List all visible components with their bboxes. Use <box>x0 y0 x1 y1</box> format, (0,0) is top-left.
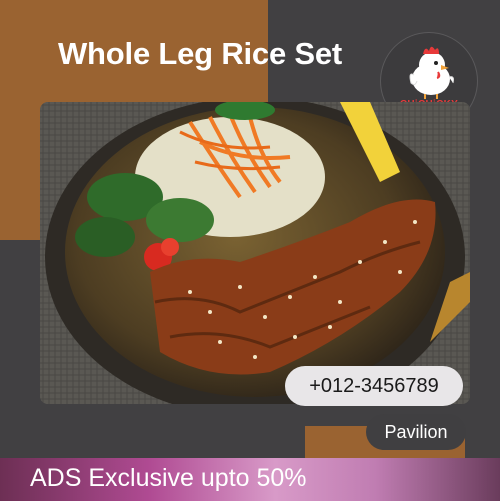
promo-text: ADS Exclusive upto 50% <box>30 464 307 492</box>
accent-block-left <box>0 150 40 240</box>
chicken-mascot-icon <box>409 46 454 99</box>
location-badge: Pavilion <box>366 414 466 450</box>
phone-number[interactable]: +012-3456789 <box>285 366 463 406</box>
promo-banner: ADS Exclusive upto 50% <box>0 458 500 501</box>
dish-photo <box>40 102 470 404</box>
dish-title: Whole Leg Rice Set <box>58 36 343 71</box>
ad-poster: Whole Leg Rice Set CHiCHiCKY <box>0 0 500 501</box>
